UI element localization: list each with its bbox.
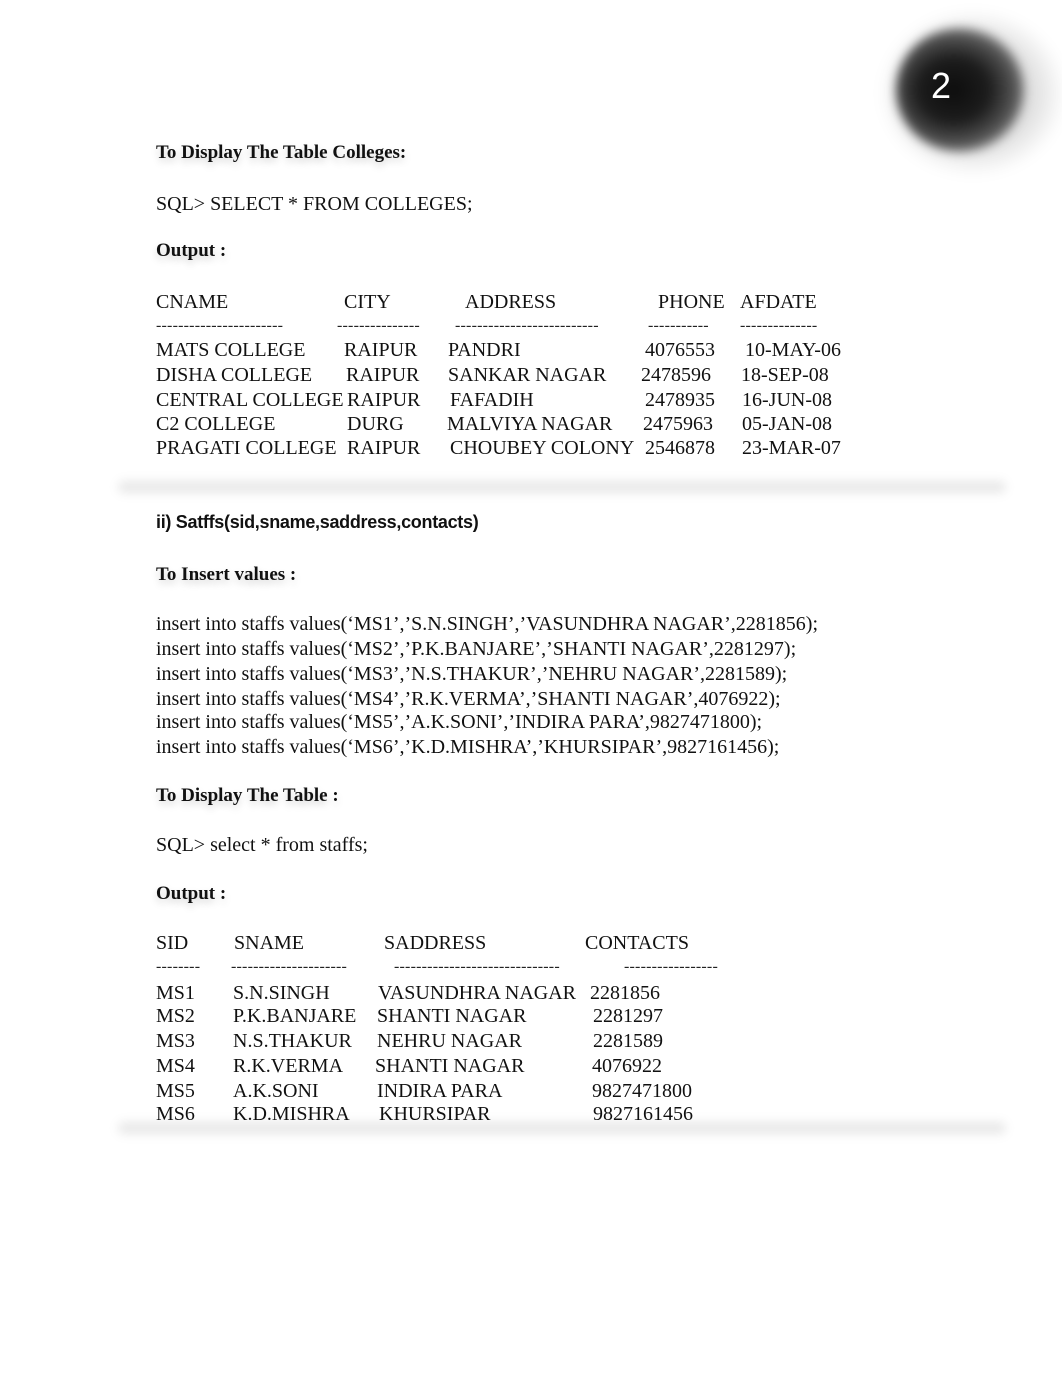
cell-sname: N.S.THAKUR (233, 1030, 352, 1052)
cell-afdate: 18-SEP-08 (741, 364, 829, 386)
cell-sname: P.K.BANJARE (233, 1005, 357, 1027)
column-header-contacts: CONTACTS (585, 932, 689, 954)
divider-dashes: --------------------- (231, 958, 348, 975)
insert-statement: insert into staffs values(‘MS2’,’P.K.BAN… (156, 638, 797, 660)
column-header-phone: PHONE (658, 291, 725, 313)
column-header-address: ADDRESS (465, 291, 557, 313)
cell-cname: CENTRAL COLLEGE (156, 389, 344, 411)
page-number-badge (896, 28, 1024, 152)
insert-statement: insert into staffs values(‘MS1’,’S.N.SIN… (156, 613, 819, 635)
colleges-sql-query: SQL> SELECT * FROM COLLEGES; (156, 193, 473, 215)
cell-city: RAIPUR (346, 364, 420, 386)
cell-afdate: 05-JAN-08 (742, 413, 832, 435)
section-separator (118, 1122, 1006, 1134)
cell-saddress: INDIRA PARA (377, 1080, 503, 1102)
cell-sid: MS3 (156, 1030, 195, 1052)
insert-values-heading: To Insert values : (156, 564, 297, 585)
colleges-output-label: Output : (156, 240, 227, 261)
document-page: 2 To Display The Table Colleges: SQL> SE… (0, 0, 1062, 1376)
cell-sname: S.N.SINGH (233, 982, 330, 1004)
divider-dashes: ----------------------- (156, 317, 284, 334)
staffs-sql-query: SQL> select * from staffs; (156, 834, 368, 856)
divider-dashes: ------------------------------ (394, 958, 560, 975)
staffs-display-heading: To Display The Table : (156, 785, 339, 806)
cell-contacts: 2281856 (590, 982, 660, 1004)
cell-afdate: 10-MAY-06 (745, 339, 841, 361)
cell-cname: MATS COLLEGE (156, 339, 306, 361)
insert-statement: insert into staffs values(‘MS6’,’K.D.MIS… (156, 736, 780, 758)
divider-dashes: --------------- (337, 317, 420, 334)
cell-sid: MS2 (156, 1005, 195, 1027)
cell-sid: MS1 (156, 982, 195, 1004)
cell-phone: 2478596 (641, 364, 711, 386)
cell-saddress: SHANTI NAGAR (375, 1055, 525, 1077)
divider-dashes: ----------------- (624, 958, 718, 975)
cell-address: PANDRI (448, 339, 521, 361)
cell-address: SANKAR NAGAR (448, 364, 607, 386)
cell-contacts: 2281589 (593, 1030, 663, 1052)
cell-address: FAFADIH (450, 389, 534, 411)
cell-afdate: 16-JUN-08 (742, 389, 832, 411)
staffs-schema-subheading: ii) Satffs(sid,sname,saddress,contacts) (156, 512, 479, 532)
column-header-city: CITY (344, 291, 391, 313)
cell-afdate: 23-MAR-07 (742, 437, 841, 459)
cell-saddress: SHANTI NAGAR (377, 1005, 527, 1027)
cell-contacts: 9827471800 (592, 1080, 692, 1102)
cell-city: DURG (347, 413, 404, 435)
cell-contacts: 2281297 (593, 1005, 663, 1027)
insert-statement: insert into staffs values(‘MS4’,’R.K.VER… (156, 688, 781, 710)
cell-phone: 2546878 (645, 437, 715, 459)
column-header-cname: CNAME (156, 291, 229, 313)
insert-statement: insert into staffs values(‘MS5’,’A.K.SON… (156, 711, 763, 733)
divider-dashes: ----------- (648, 317, 709, 334)
insert-statement: insert into staffs values(‘MS3’,’N.S.THA… (156, 663, 788, 685)
cell-address: CHOUBEY COLONY (450, 437, 635, 459)
page-number: 2 (930, 65, 952, 106)
cell-cname: C2 COLLEGE (156, 413, 276, 435)
column-header-sid: SID (156, 932, 189, 954)
section-separator (118, 481, 1006, 493)
cell-sid: MS5 (156, 1080, 195, 1102)
cell-phone: 2478935 (645, 389, 715, 411)
cell-cname: DISHA COLLEGE (156, 364, 313, 386)
cell-phone: 4076553 (645, 339, 715, 361)
cell-city: RAIPUR (347, 437, 421, 459)
cell-sid: MS4 (156, 1055, 195, 1077)
divider-dashes: -------- (156, 958, 201, 975)
cell-cname: PRAGATI COLLEGE (156, 437, 337, 459)
cell-sname: R.K.VERMA (233, 1055, 344, 1077)
staffs-output-label: Output : (156, 883, 227, 904)
cell-city: RAIPUR (347, 389, 421, 411)
colleges-display-heading: To Display The Table Colleges: (156, 142, 407, 163)
column-header-saddress: SADDRESS (384, 932, 487, 954)
column-header-afdate: AFDATE (740, 291, 817, 313)
divider-dashes: -------------- (740, 317, 818, 334)
cell-phone: 2475963 (643, 413, 713, 435)
cell-contacts: 4076922 (592, 1055, 662, 1077)
cell-sname: A.K.SONI (233, 1080, 319, 1102)
column-header-sname: SNAME (234, 932, 305, 954)
cell-saddress: NEHRU NAGAR (377, 1030, 522, 1052)
cell-address: MALVIYA NAGAR (447, 413, 613, 435)
cell-city: RAIPUR (344, 339, 418, 361)
cell-saddress: VASUNDHRA NAGAR (378, 982, 576, 1004)
divider-dashes: -------------------------- (455, 317, 599, 334)
